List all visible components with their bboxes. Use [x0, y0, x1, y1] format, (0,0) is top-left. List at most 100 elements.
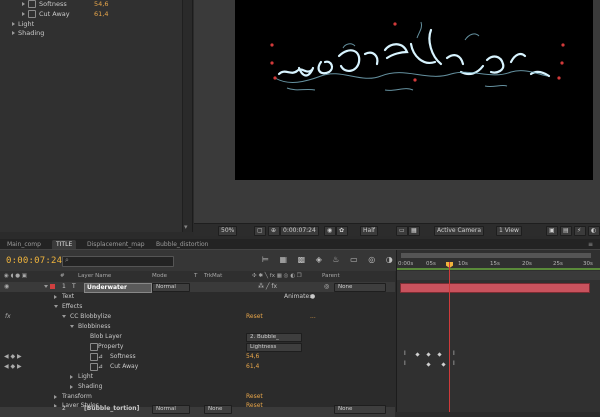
blob-layer-dropdown[interactable]: 2. Bubble_ — [246, 333, 302, 342]
cutaway-value[interactable]: 61,4 — [246, 362, 259, 372]
keyframe-marker[interactable]: I — [453, 350, 455, 357]
reset-link[interactable]: Reset — [246, 312, 263, 322]
property-dropdown[interactable]: Lightness — [246, 343, 302, 352]
layer-row-2[interactable]: 2 [Bubble_tortion] Normal None None — [0, 404, 395, 417]
resolution-dropdown[interactable]: Half — [360, 226, 378, 236]
layer-number: 2 — [62, 405, 66, 412]
parent-dropdown[interactable]: None — [334, 283, 386, 292]
view-layout-dropdown[interactable]: 1 View — [496, 226, 522, 236]
blob-layer-row[interactable]: Blob Layer 2. Bubble_ — [0, 332, 395, 342]
effect-row-cutaway[interactable]: Cut Away 61,4 — [22, 9, 108, 19]
cc-blobbylize-row[interactable]: fx CC Blobbylize Reset ... — [0, 312, 395, 322]
ruler-tick-label: 15s — [490, 261, 500, 267]
column-parent[interactable]: Parent — [322, 271, 340, 282]
safe-zones-icon[interactable]: ▢ — [254, 226, 266, 236]
expand-triangle-icon[interactable] — [22, 12, 25, 16]
fx-icon[interactable]: fx — [5, 312, 11, 322]
column-layer-name[interactable]: Layer Name — [78, 271, 111, 282]
effect-row-softness[interactable]: Softness 54,6 — [22, 0, 108, 9]
playhead-line[interactable] — [449, 262, 450, 412]
keyframe-marker[interactable]: I — [404, 350, 406, 357]
tab-main-comp[interactable]: Main_comp — [3, 240, 45, 249]
animate-menu[interactable]: Animate: — [284, 292, 311, 302]
region-icon[interactable]: ▭ — [396, 226, 408, 236]
expand-triangle-icon[interactable] — [22, 2, 25, 6]
layer-search-input[interactable]: ⌕ — [62, 256, 174, 267]
pixel-aspect-icon[interactable]: ▤ — [560, 226, 572, 236]
panel-menu-icon[interactable]: ≡ — [584, 240, 597, 249]
layer-number: 1 — [62, 283, 66, 290]
toggle-view-icon[interactable]: ▣ — [546, 226, 558, 236]
time-navigator[interactable] — [401, 253, 591, 258]
keyframe-marker[interactable]: I — [404, 360, 406, 367]
cutaway-row[interactable]: ◀ ◆ ▶ ⊿ Cut Away 61,4 — [0, 362, 395, 372]
visibility-icon[interactable]: ◉ — [4, 282, 9, 292]
cutaway-label: Cut Away — [110, 363, 139, 370]
text-group-row[interactable]: Text Animate: ● — [0, 292, 395, 302]
text-layer-icon: T — [72, 283, 76, 290]
layer-switches[interactable]: ⁂ ╱ fx — [258, 282, 277, 292]
softness-value[interactable]: 54,6 — [94, 0, 108, 9]
parent-dropdown[interactable]: None — [334, 405, 386, 414]
transparency-grid-icon[interactable]: ▦ — [408, 226, 420, 236]
softness-value[interactable]: 54,6 — [246, 352, 259, 362]
property-label: Light — [18, 20, 35, 28]
layer-row-1[interactable]: ◉ 1 T Underwater Normal ⁂ ╱ fx ◎ None — [0, 282, 395, 293]
expand-triangle-icon[interactable] — [12, 22, 15, 26]
graph-icon[interactable]: ⊿ — [98, 352, 103, 362]
work-area-bar[interactable] — [397, 268, 600, 270]
expand-triangle-icon[interactable] — [12, 31, 15, 35]
current-time-display[interactable]: 0:00:07:24 — [6, 256, 62, 266]
exposure-icon[interactable]: ◐ — [588, 226, 600, 236]
property-row[interactable]: Property Lightness — [0, 342, 395, 352]
keyframe-navigator[interactable]: ◀ ◆ ▶ — [4, 362, 22, 372]
layer-name-field[interactable]: [Bubble_tortion] — [84, 404, 139, 414]
scroll-down-icon[interactable]: ▾ — [184, 223, 191, 231]
blend-mode-dropdown[interactable]: Normal — [152, 405, 190, 414]
channel-icon[interactable]: ✿ — [336, 226, 348, 236]
cutaway-value[interactable]: 61,4 — [94, 9, 108, 19]
softness-label: Softness — [110, 353, 136, 360]
tab-bubble-distortion[interactable]: Bubble_distortion — [152, 240, 212, 249]
trkmat-dropdown[interactable]: None — [204, 405, 232, 414]
layer-duration-bar[interactable] — [400, 283, 590, 293]
blend-mode-dropdown[interactable]: Normal — [152, 283, 190, 292]
stopwatch-icon[interactable] — [28, 10, 36, 18]
light-label: Light — [78, 373, 93, 380]
camera-dropdown[interactable]: Active Camera — [434, 226, 485, 236]
av-switch-icons: ◉ ◖ ● ▣ — [4, 273, 27, 279]
tab-displacement-map[interactable]: Displacement_map — [83, 240, 149, 249]
shading-row[interactable]: Shading — [0, 382, 395, 392]
label-color-swatch[interactable] — [50, 284, 55, 289]
zoom-dropdown[interactable]: 50% — [218, 226, 238, 236]
column-mode[interactable]: Mode — [152, 271, 167, 282]
mask-icon[interactable]: ⊕ — [268, 226, 280, 236]
softness-row[interactable]: ◀ ◆ ▶ ⊿ Softness 54,6 — [0, 352, 395, 362]
viewer-toolbar: 50% ▢ ⊕ 0:00:07:24 ◉ ✿ Half ▭ ▦ Active C… — [194, 223, 600, 236]
effects-group-label: Effects — [62, 303, 83, 310]
column-trkmat[interactable]: TrkMat — [204, 271, 222, 282]
text-group-label: Text — [62, 293, 75, 300]
keyframe-marker[interactable]: I — [453, 360, 455, 367]
animate-arrow-icon[interactable]: ● — [310, 292, 315, 302]
scrollbar[interactable]: ▾ — [182, 0, 192, 232]
viewer-timecode[interactable]: 0:00:07:24 — [280, 226, 319, 236]
time-ruler[interactable] — [397, 271, 600, 280]
light-row[interactable]: Light — [0, 372, 395, 382]
graph-icon[interactable]: ⊿ — [98, 362, 103, 372]
pickwhip-icon[interactable]: ◎ — [324, 282, 329, 292]
effects-group-row[interactable]: Effects — [0, 302, 395, 312]
tab-title[interactable]: TITLE — [52, 240, 77, 249]
composition-canvas[interactable] — [235, 0, 593, 180]
keyframe-navigator[interactable]: ◀ ◆ ▶ — [4, 352, 22, 362]
effect-options-link[interactable]: ... — [310, 312, 316, 322]
snapshot-icon[interactable]: ◉ — [324, 226, 336, 236]
blobbiness-row[interactable]: Blobbiness — [0, 322, 395, 332]
stopwatch-icon[interactable] — [28, 0, 36, 8]
property-label: Property — [98, 343, 124, 350]
search-icon: ⌕ — [65, 256, 69, 264]
fast-preview-icon[interactable]: ⚡ — [574, 226, 586, 236]
shading-label: Shading — [78, 383, 103, 390]
timeline-graph[interactable] — [396, 250, 600, 412]
effect-row-shading[interactable]: Shading — [12, 28, 44, 38]
